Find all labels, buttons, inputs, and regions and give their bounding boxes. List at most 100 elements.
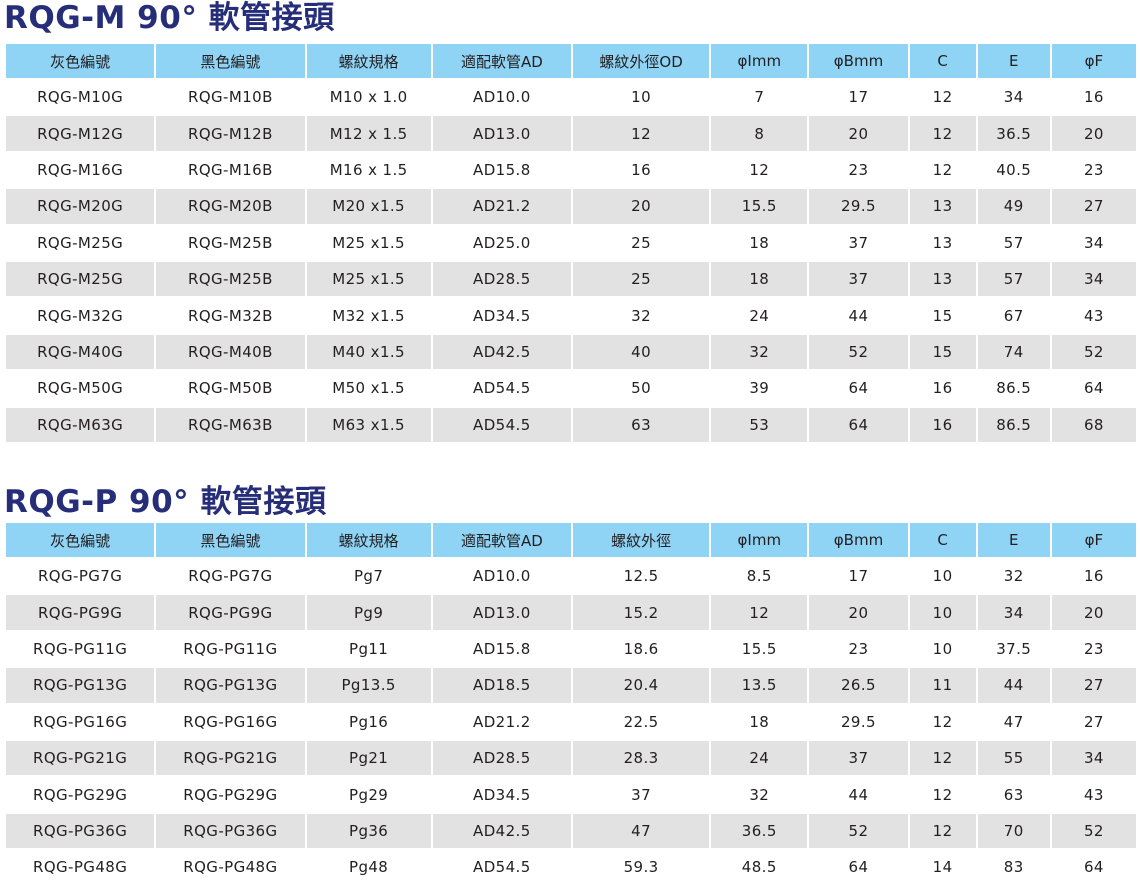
column-header: 適配軟管AD xyxy=(432,44,571,78)
table-cell: RQG-M25G xyxy=(6,225,155,260)
table-cell: 12.5 xyxy=(572,559,710,594)
table-cell: 18 xyxy=(711,225,808,260)
table-cell: 10 xyxy=(909,595,976,630)
table-row: RQG-PG48G RQG-PG48G Pg48 AD54.5 59.3 48.5 64 14… xyxy=(6,850,1136,885)
column-header: φBmm xyxy=(809,523,908,557)
table-cell: RQG-M20B xyxy=(156,189,305,224)
table-cell: AD42.5 xyxy=(432,813,571,849)
table-cell: 15 xyxy=(909,334,976,370)
table-cell: 63 xyxy=(572,407,710,442)
column-header: 灰色編號 xyxy=(6,44,155,78)
table-row: RQG-M20G RQG-M20B M20 x1.5 AD21.2 20 15.5 29.5… xyxy=(6,189,1136,224)
column-header: φImm xyxy=(711,44,808,78)
table-cell: 8 xyxy=(711,116,808,151)
table-cell: 37 xyxy=(572,777,710,812)
table-cell: 23 xyxy=(809,631,908,667)
table-cell: 32 xyxy=(711,777,808,812)
table-cell: RQG-PG16G xyxy=(6,704,155,739)
table-cell: AD28.5 xyxy=(432,740,571,776)
table-cell: 7 xyxy=(711,80,808,115)
column-header: φF xyxy=(1051,523,1136,557)
table-cell: 64 xyxy=(809,850,908,885)
table-cell: RQG-M10B xyxy=(156,80,305,115)
table-cell: RQG-PG36G xyxy=(156,813,305,849)
column-header: 黑色編號 xyxy=(156,523,305,557)
table-cell: 52 xyxy=(1051,813,1136,849)
table-cell: AD21.2 xyxy=(432,704,571,739)
table-cell: Pg7 xyxy=(306,559,431,594)
column-header: 螺紋規格 xyxy=(306,44,431,78)
table-cell: RQG-PG21G xyxy=(6,740,155,776)
table-cell: 52 xyxy=(809,813,908,849)
table-cell: 37 xyxy=(809,740,908,776)
table-cell: RQG-PG13G xyxy=(6,668,155,703)
table-cell: AD15.8 xyxy=(432,631,571,667)
table-cell: 12 xyxy=(711,595,808,630)
column-header: φBmm xyxy=(809,44,908,78)
table-row: RQG-M10G RQG-M10B M10 x 1.0 AD10.0 10 7 17 12 34… xyxy=(6,80,1136,115)
table-cell: 11 xyxy=(909,668,976,703)
table-cell: M12 x 1.5 xyxy=(306,116,431,151)
table-cell: 44 xyxy=(977,668,1050,703)
table-cell: 64 xyxy=(1051,371,1136,406)
table-cell: RQG-PG13G xyxy=(156,668,305,703)
table-cell: RQG-M63B xyxy=(156,407,305,442)
table-cell: 22.5 xyxy=(572,704,710,739)
table-cell: 20 xyxy=(572,189,710,224)
column-header: φF xyxy=(1051,44,1136,78)
table-cell: 17 xyxy=(809,559,908,594)
header-row: 灰色編號 黑色編號 螺紋規格 適配軟管AD 螺紋外徑OD φImm φBmm C EφF xyxy=(6,44,1136,78)
table-cell: M25 x1.5 xyxy=(306,261,431,297)
table-cell: 44 xyxy=(809,777,908,812)
table-cell: RQG-M40B xyxy=(156,334,305,370)
table-cell: 23 xyxy=(1051,152,1136,188)
table-cell: 28.3 xyxy=(572,740,710,776)
table-row: RQG-M25G RQG-M25B M25 x1.5 AD28.5 25 18 37 13 57… xyxy=(6,261,1136,297)
table-cell: AD21.2 xyxy=(432,189,571,224)
table-cell: RQG-M25B xyxy=(156,225,305,260)
table-cell: 50 xyxy=(572,371,710,406)
table-cell: 25 xyxy=(572,261,710,297)
table-cell: 12 xyxy=(909,740,976,776)
table-cell: 57 xyxy=(977,261,1050,297)
table-cell: 12 xyxy=(909,80,976,115)
table-cell: AD28.5 xyxy=(432,261,571,297)
table-cell: RQG-M63G xyxy=(6,407,155,442)
table-cell: RQG-M25B xyxy=(156,261,305,297)
table-cell: 15 xyxy=(909,298,976,333)
table-cell: 14 xyxy=(909,850,976,885)
table-cell: 59.3 xyxy=(572,850,710,885)
table-cell: RQG-PG9G xyxy=(156,595,305,630)
table-cell: 24 xyxy=(711,298,808,333)
table-cell: RQG-M32B xyxy=(156,298,305,333)
table-row: RQG-PG21G RQG-PG21G Pg21 AD28.5 28.3 24 37 12 55… xyxy=(6,740,1136,776)
table-cell: 34 xyxy=(1051,261,1136,297)
table-cell: 27 xyxy=(1051,668,1136,703)
table-cell: 27 xyxy=(1051,704,1136,739)
table-cell: 12 xyxy=(711,152,808,188)
table-cell: 12 xyxy=(909,777,976,812)
table-cell: AD13.0 xyxy=(432,116,571,151)
table-row: RQG-PG13G RQG-PG13G Pg13.5 AD18.5 20.4 13.5 26… xyxy=(6,668,1136,703)
table-cell: RQG-PG29G xyxy=(6,777,155,812)
table-cell: 67 xyxy=(977,298,1050,333)
table-cell: 25 xyxy=(572,225,710,260)
table-cell: 12 xyxy=(909,116,976,151)
table-cell: 10 xyxy=(909,631,976,667)
table-cell: 37 xyxy=(809,261,908,297)
table-cell: M63 x1.5 xyxy=(306,407,431,442)
table-cell: 43 xyxy=(1051,777,1136,812)
table-cell: RQG-M50B xyxy=(156,371,305,406)
table-cell: 13 xyxy=(909,261,976,297)
table-cell: 18 xyxy=(711,261,808,297)
spec-table-rqg-m: 灰色編號 黑色編號 螺紋規格 適配軟管AD 螺紋外徑OD φImm φBmm C EφF RQG… xyxy=(4,42,1138,444)
table-cell: 43 xyxy=(1051,298,1136,333)
table-cell: RQG-M10G xyxy=(6,80,155,115)
table-cell: RQG-PG7G xyxy=(156,559,305,594)
table-cell: 16 xyxy=(1051,80,1136,115)
table-cell: RQG-PG21G xyxy=(156,740,305,776)
table-cell: RQG-M40G xyxy=(6,334,155,370)
table-cell: 29.5 xyxy=(809,189,908,224)
table-cell: 39 xyxy=(711,371,808,406)
table-row: RQG-M50G RQG-M50B M50 x1.5 AD54.5 50 39 64 16 86… xyxy=(6,371,1136,406)
